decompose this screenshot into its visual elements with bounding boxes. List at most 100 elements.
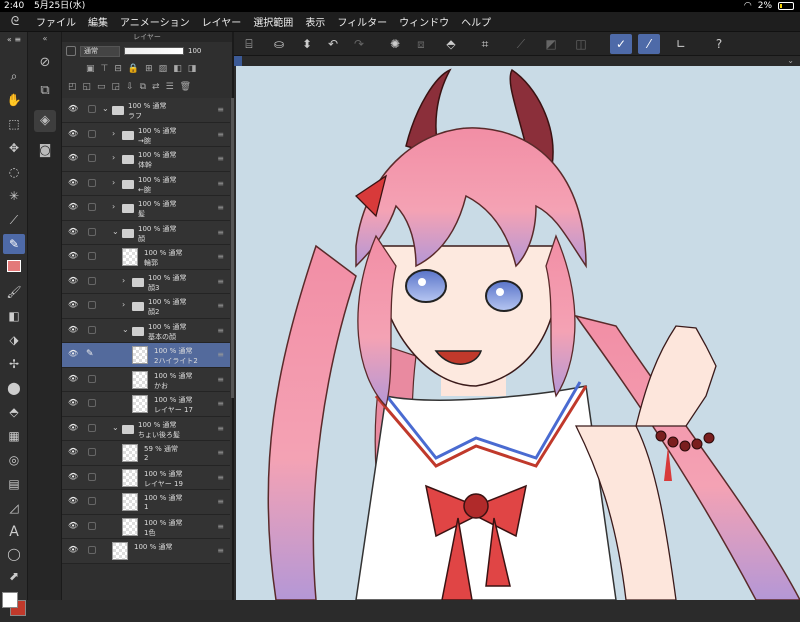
layer-lock-box[interactable] (88, 546, 96, 554)
color-icon[interactable]: ◨ (188, 64, 197, 74)
lock-transparency-icon[interactable]: ⊞ (145, 64, 153, 74)
pen-pressure-icon[interactable]: ✓ (610, 34, 632, 54)
layer-menu-icon[interactable]: ≡ (217, 105, 224, 114)
visibility-eye-icon[interactable]: 👁 (68, 178, 78, 187)
flatten-icon[interactable]: ☰ (166, 82, 174, 92)
layer-menu-icon[interactable]: ≡ (217, 130, 224, 139)
hand-icon[interactable]: ✋ (3, 90, 25, 110)
menu-view[interactable]: 表示 (299, 14, 331, 29)
layer-lock-box[interactable] (88, 521, 96, 530)
gradient-icon[interactable]: ▦ (3, 426, 25, 446)
magic-wand-icon[interactable]: ✳ (3, 186, 25, 206)
menu-filter[interactable]: フィルター (331, 14, 393, 29)
visibility-eye-icon[interactable]: 👁 (68, 546, 78, 554)
new-folder-icon[interactable]: ▭ (97, 82, 106, 92)
stabilizer-icon[interactable]: ⁄ (638, 34, 660, 54)
draft-icon[interactable]: ⊟ (114, 64, 122, 74)
visibility-eye-icon[interactable]: 👁 (68, 325, 78, 334)
chevron-right-icon[interactable]: › (122, 300, 125, 309)
layer-property-icon[interactable]: ⧉ (34, 80, 56, 102)
visibility-eye-icon[interactable]: 👁 (68, 129, 78, 138)
chevron-right-icon[interactable]: › (112, 129, 115, 138)
duplicate-icon[interactable]: ⧉ (140, 82, 146, 92)
visibility-eye-icon[interactable]: 👁 (68, 399, 78, 407)
layer-folder-row[interactable]: 👁 ⌄ 100 % 通常 ラフ ≡ (62, 98, 230, 123)
layer-lock-box[interactable] (88, 252, 96, 260)
visibility-eye-icon[interactable]: 👁 (68, 350, 78, 358)
layer-folder-row[interactable]: 👁 › 100 % 通常 体幹 ≡ (62, 147, 230, 172)
new-raster-layer-icon[interactable]: ◰ (68, 82, 77, 92)
chevron-right-icon[interactable]: › (122, 276, 125, 285)
layer-row[interactable]: 👁 100 % 通常 かお ≡ (62, 367, 230, 392)
menu-selection[interactable]: 選択範囲 (247, 14, 299, 29)
menu-file[interactable]: ファイル (30, 14, 82, 29)
layer-menu-icon[interactable]: ≡ (217, 252, 224, 261)
layers-icon[interactable]: ◈ (34, 110, 56, 132)
layer-row[interactable]: 👁 ✎ 100 % 通常 2ハイライト2 ≡ (62, 343, 230, 368)
layer-folder-row[interactable]: 👁 ⌄ 100 % 通常 基本の顔 ≡ (62, 318, 230, 343)
layer-menu-icon[interactable]: ≡ (217, 375, 224, 384)
lock-icon[interactable]: 🔒 (128, 64, 139, 74)
zoom-icon[interactable]: ⌕ (3, 66, 25, 86)
airbrush-icon[interactable]: ✢ (3, 354, 25, 374)
new-mask-icon[interactable]: ◲ (112, 82, 121, 92)
layer-lock-box[interactable] (88, 374, 96, 383)
snap-icon[interactable]: ∟ (670, 34, 692, 54)
chevron-down-icon[interactable]: ⌄ (112, 423, 119, 432)
balloon-icon[interactable]: ◯ (3, 544, 25, 564)
visibility-eye-icon[interactable]: 👁 (68, 374, 78, 383)
layer-folder-row[interactable]: 👁 ⌄ 100 % 通常顔 ≡ (62, 220, 230, 245)
blend-mode-select[interactable]: 通常 (80, 45, 120, 57)
canvas[interactable] (236, 66, 800, 600)
slash-icon[interactable]: ⟋ (510, 34, 532, 54)
ruler-icon[interactable]: ◿ (3, 498, 25, 518)
help-icon[interactable]: ? (708, 34, 730, 54)
layer-menu-icon[interactable]: ≡ (217, 424, 224, 433)
layer-menu-icon[interactable]: ≡ (217, 399, 224, 408)
operation-icon[interactable]: ⬚ (3, 114, 25, 134)
transform-icon[interactable]: ⧈ (410, 34, 432, 54)
pen-icon[interactable]: ✎ (3, 234, 25, 254)
delete-layer-icon[interactable]: 🗑 (180, 82, 191, 92)
layer-lock-box[interactable] (88, 472, 96, 481)
layer-lock-box[interactable] (88, 325, 96, 334)
palette-icon[interactable]: ◧ (173, 64, 182, 74)
layer-row[interactable]: 👁 100 % 通常 1 ≡ (62, 490, 230, 515)
fill-icon[interactable]: ⬘ (3, 402, 25, 422)
chevron-down-icon[interactable]: ⌄ (102, 104, 109, 113)
layer-menu-icon[interactable]: ≡ (217, 228, 224, 237)
pencil-icon[interactable] (3, 258, 25, 278)
tab-marker[interactable] (234, 56, 242, 66)
layer-folder-row[interactable]: 👁 › 100 % 通常 →腕 ≡ (62, 122, 230, 147)
merge-down-icon[interactable]: ⇩ (126, 82, 134, 92)
layer-row[interactable]: 👁 100 % 通常 レイヤー 17 ≡ (62, 392, 230, 417)
layer-lock-box[interactable] (88, 105, 96, 113)
reference-icon[interactable]: ⊤ (101, 64, 109, 74)
visibility-eye-icon[interactable]: 👁 (68, 448, 78, 456)
camera-icon[interactable]: ◙ (34, 140, 56, 162)
layer-lock-box[interactable] (88, 227, 96, 236)
layer-row[interactable]: 👁 100 % 通常 ≡ (62, 539, 230, 564)
main-color-swatch[interactable] (2, 592, 18, 608)
blend-icon[interactable]: ⬗ (3, 330, 25, 350)
layer-scrollbar[interactable] (231, 98, 234, 398)
mask-icon[interactable]: ▨ (159, 64, 168, 74)
layer-lock-box[interactable] (88, 399, 96, 407)
eyedropper-icon[interactable]: ⟋ (3, 210, 25, 230)
figure-icon[interactable]: ◎ (3, 450, 25, 470)
frame-icon[interactable]: ▤ (3, 474, 25, 494)
loading-icon[interactable]: ✺ (384, 34, 406, 54)
correction-icon[interactable]: ⬈ (3, 566, 25, 586)
move-icon[interactable]: ✥ (3, 138, 25, 158)
chevron-down-icon[interactable]: ⌄ (122, 325, 129, 334)
chevron-right-icon[interactable]: › (112, 178, 115, 187)
layer-lock-box[interactable] (88, 129, 96, 138)
visibility-eye-icon[interactable]: 👁 (68, 472, 78, 481)
crop-icon[interactable]: ⌗ (474, 34, 496, 54)
layer-menu-icon[interactable]: ≡ (217, 326, 224, 335)
layer-lock-box[interactable] (88, 497, 96, 505)
navigator-icon[interactable]: ⊘ (34, 52, 56, 74)
layer-lock-box[interactable] (88, 448, 96, 456)
text-icon[interactable]: A (3, 522, 25, 542)
layer-lock-box[interactable] (88, 154, 96, 162)
